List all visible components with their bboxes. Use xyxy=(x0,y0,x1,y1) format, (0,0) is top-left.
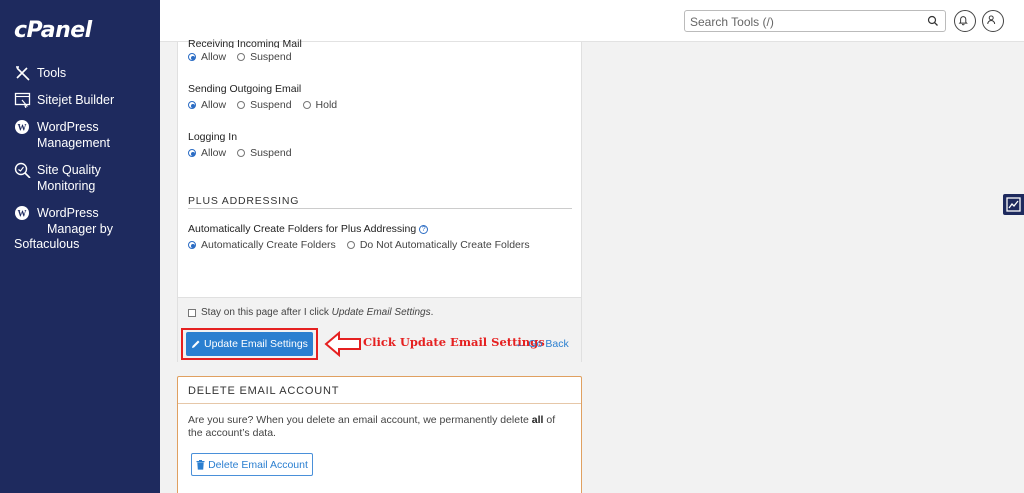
delete-warning-text: Are you sure? When you delete an email a… xyxy=(188,414,568,440)
stay-text-em: Update Email Settings xyxy=(331,307,431,318)
option-label: Suspend xyxy=(250,51,292,63)
delete-text-bold: all xyxy=(531,414,544,426)
delete-email-panel: DELETE EMAIL ACCOUNT Are you sure? When … xyxy=(177,376,582,493)
sidebar-item-label: WordPress xyxy=(37,120,99,134)
svg-text:W: W xyxy=(18,209,27,219)
sidebar-item-label: WordPress xyxy=(37,206,99,220)
plus-addressing-label-text: Automatically Create Folders for Plus Ad… xyxy=(188,223,417,235)
sidebar-item-label: Tools xyxy=(37,66,67,80)
option-label: Suspend xyxy=(250,99,292,111)
update-button-label: Update Email Settings xyxy=(204,338,308,350)
login-options: Allow Suspend xyxy=(188,147,303,159)
delete-button-label: Delete Email Account xyxy=(208,458,308,471)
login-label: Logging In xyxy=(188,131,238,143)
annotation-arrow-icon xyxy=(324,331,361,357)
sidebar-item-wordpress-management[interactable]: W WordPress Management xyxy=(14,119,110,151)
wordpress-icon: W xyxy=(15,120,29,134)
delete-email-account-button[interactable]: Delete Email Account xyxy=(191,453,313,476)
delete-text-part: Are you sure? When you delete an email a… xyxy=(188,414,532,426)
go-back-link[interactable]: ← Go Back xyxy=(515,338,569,350)
tools-icon xyxy=(16,66,30,81)
trash-icon xyxy=(196,459,205,470)
sending-suspend-radio[interactable] xyxy=(237,101,246,109)
cpanel-logo[interactable]: cPanel xyxy=(14,18,92,43)
sidebar: cPanel Tools Sitejet Builder W WordPress… xyxy=(0,0,160,493)
sidebar-item-wordpress-softaculous[interactable]: W WordPress Manager by xyxy=(14,205,154,237)
sidebar-item-label: Management xyxy=(37,136,110,150)
sidebar-item-label: Manager by xyxy=(47,222,114,236)
stay-on-page-checkbox[interactable] xyxy=(188,308,196,317)
delete-panel-title: DELETE EMAIL ACCOUNT xyxy=(188,385,340,397)
svg-text:W: W xyxy=(18,123,27,133)
receiving-suspend-radio[interactable] xyxy=(237,53,246,61)
site-quality-icon xyxy=(14,162,31,178)
sidebar-item-site-quality[interactable]: Site Quality Monitoring xyxy=(14,162,101,194)
plus-addressing-options: Automatically Create Folders Do Not Auto… xyxy=(188,239,541,251)
arrow-left-icon: ← xyxy=(515,338,526,350)
notifications-button[interactable] xyxy=(954,10,976,32)
search-box[interactable] xyxy=(684,10,946,32)
option-label: Allow xyxy=(201,51,227,63)
sending-label: Sending Outgoing Email xyxy=(188,83,302,95)
sitejet-icon xyxy=(14,92,31,108)
divider xyxy=(188,208,572,209)
search-icon[interactable] xyxy=(927,15,939,27)
plus-addressing-heading: PLUS ADDRESSING xyxy=(188,195,300,207)
stay-text-suffix: . xyxy=(430,307,434,318)
option-label: Allow xyxy=(201,147,227,159)
divider xyxy=(178,403,581,404)
wordpress-icon: W xyxy=(15,206,29,220)
sidebar-item-label: Sitejet Builder xyxy=(37,93,115,107)
user-icon xyxy=(987,15,996,25)
no-auto-create-folders-radio[interactable] xyxy=(346,241,355,249)
receiving-label: Receiving Incoming Mail xyxy=(188,38,302,48)
stay-text: Stay on this page after I click xyxy=(201,307,329,318)
bell-icon xyxy=(958,16,968,26)
receiving-allow-radio[interactable] xyxy=(188,53,196,61)
option-label: Automatically Create Folders xyxy=(201,239,336,251)
sidebar-item-label[interactable]: Softaculous xyxy=(14,237,79,251)
sidebar-item-label: Site Quality xyxy=(37,163,101,177)
help-icon[interactable]: ? xyxy=(419,224,429,234)
pencil-icon xyxy=(192,340,200,348)
sending-options: Allow Suspend Hold xyxy=(188,99,348,111)
sidebar-item-tools[interactable]: Tools xyxy=(14,65,66,81)
option-label: Do Not Automatically Create Folders xyxy=(359,239,530,251)
user-menu-button[interactable] xyxy=(982,10,1004,32)
email-settings-panel: Receiving Incoming Mail Allow Suspend Se… xyxy=(177,38,582,362)
sidebar-item-sitejet[interactable]: Sitejet Builder xyxy=(14,92,114,108)
sending-allow-radio[interactable] xyxy=(188,101,196,109)
update-email-settings-button[interactable]: Update Email Settings xyxy=(186,332,313,356)
login-suspend-radio[interactable] xyxy=(237,149,246,157)
chart-trend-icon xyxy=(1006,197,1021,212)
sidebar-item-label: Monitoring xyxy=(37,179,96,193)
plus-addressing-label: Automatically Create Folders for Plus Ad… xyxy=(188,223,429,235)
auto-create-folders-radio[interactable] xyxy=(188,241,196,249)
option-label: Allow xyxy=(201,99,227,111)
sending-hold-radio[interactable] xyxy=(302,101,311,109)
receiving-options: Allow Suspend xyxy=(188,51,303,63)
go-back-label: Go Back xyxy=(528,338,569,350)
option-label: Hold xyxy=(315,99,338,111)
stats-widget[interactable] xyxy=(1003,194,1024,215)
stay-on-page-row: Stay on this page after I click Update E… xyxy=(188,307,433,318)
login-allow-radio[interactable] xyxy=(188,149,196,157)
option-label: Suspend xyxy=(250,147,292,159)
top-bar xyxy=(160,0,1024,42)
search-input[interactable] xyxy=(690,14,920,29)
